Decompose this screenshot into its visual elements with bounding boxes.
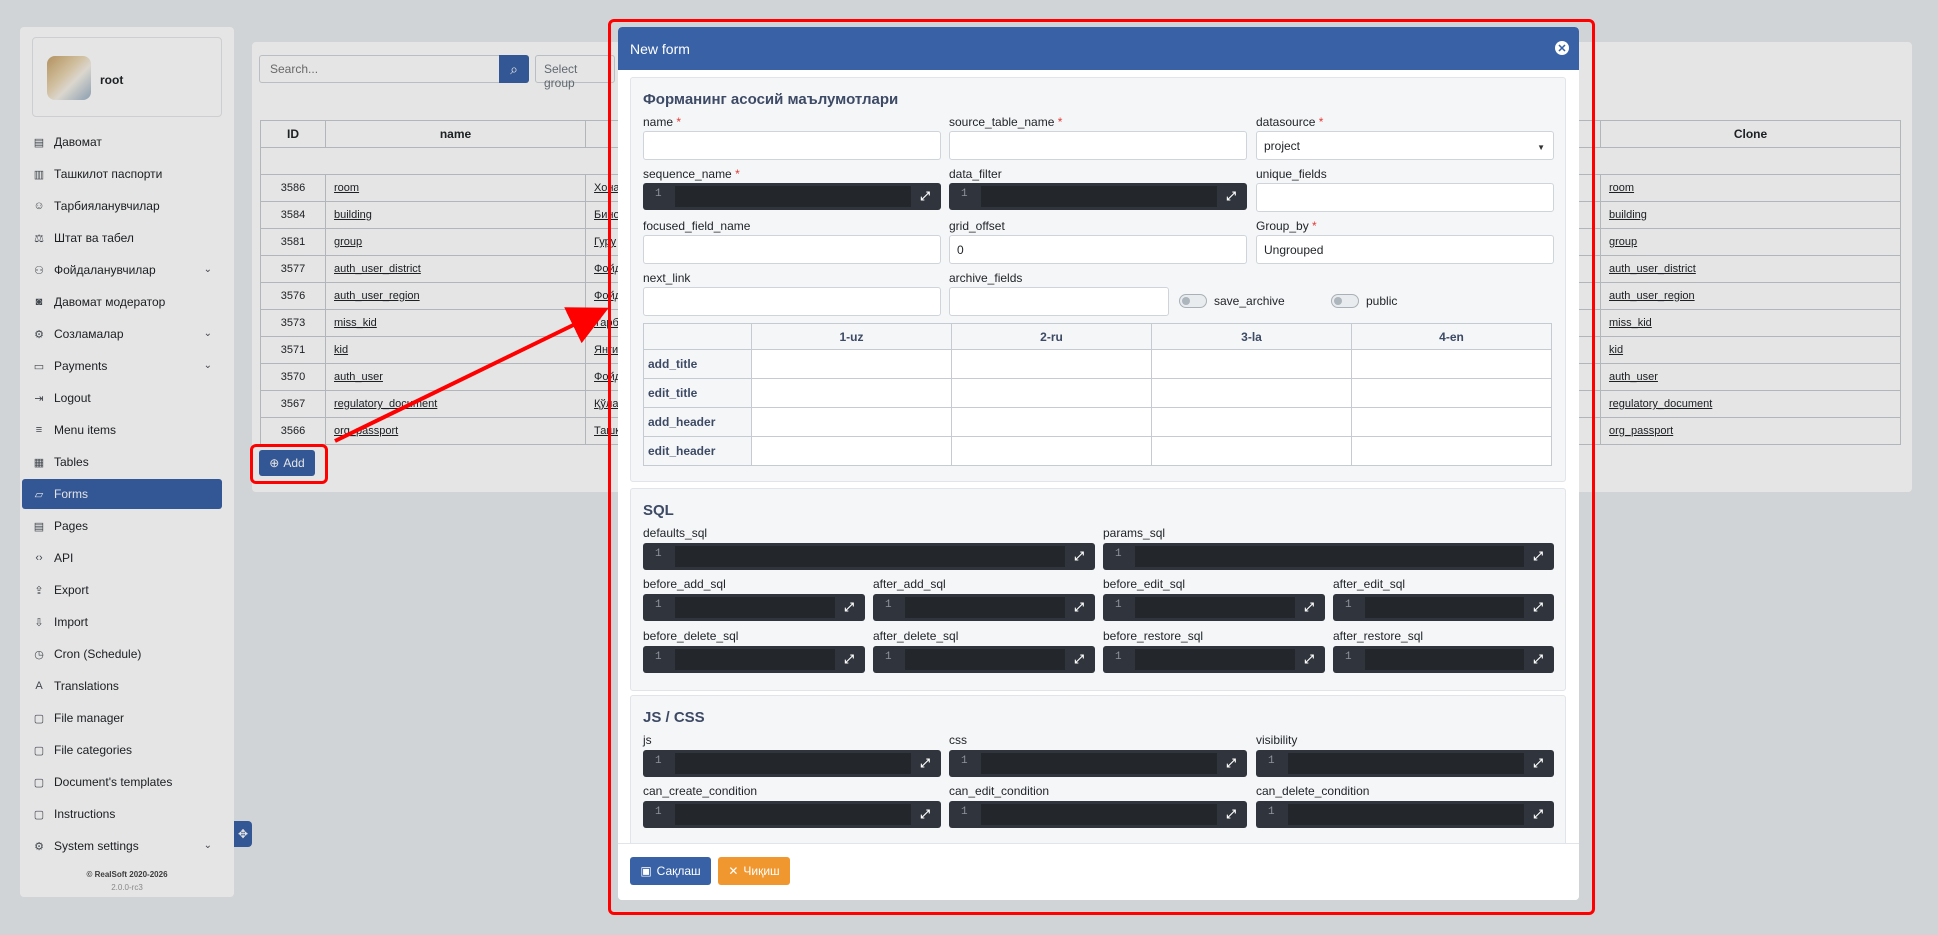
annotation-arrow: [334, 307, 609, 443]
